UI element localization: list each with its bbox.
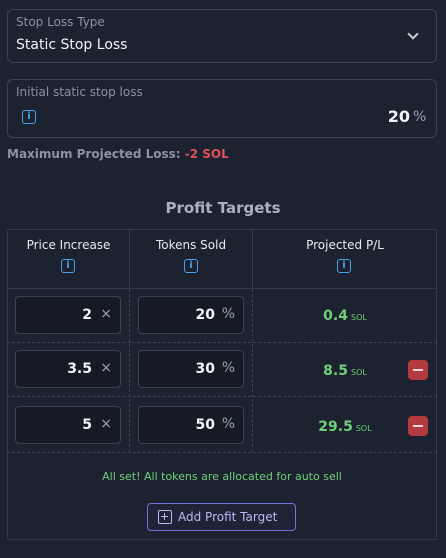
tokens-sold-value: 50 (195, 417, 215, 433)
max-loss-label: Maximum Projected Loss: (7, 147, 181, 161)
info-icon[interactable]: i (22, 110, 36, 124)
percent-suffix: % (413, 109, 427, 125)
projected-pl-unit: SOL (350, 313, 367, 322)
info-icon[interactable]: i (337, 259, 351, 273)
initial-stop-loss-label: Initial static stop loss (16, 85, 143, 99)
tokens-sold-input[interactable]: 30 % (138, 350, 244, 388)
add-profit-target-label: Add Profit Target (178, 510, 278, 524)
header-divider (7, 288, 437, 289)
initial-stop-loss-field[interactable]: Initial static stop loss i 20 % (7, 79, 437, 138)
header-price-increase: Price Increase (26, 238, 111, 252)
percent-suffix: % (221, 306, 235, 322)
projected-pl: 0.4 SOL (253, 305, 437, 324)
row-divider (7, 396, 437, 397)
price-increase-value: 2 (82, 307, 92, 323)
info-icon[interactable]: i (184, 259, 198, 273)
percent-suffix: % (221, 360, 235, 376)
header-tokens-sold: Tokens Sold (155, 238, 227, 252)
plus-square-icon (158, 510, 172, 524)
projected-pl-unit: SOL (350, 368, 367, 377)
add-profit-target-button[interactable]: Add Profit Target (147, 503, 296, 531)
initial-stop-loss-value[interactable]: 20 (348, 107, 410, 126)
tokens-sold-input[interactable]: 50 % (138, 406, 244, 444)
chevron-down-icon (407, 28, 419, 40)
price-increase-value: 3.5 (67, 361, 92, 377)
projected-pl-value: 8.5 (323, 363, 348, 379)
remove-target-button[interactable] (408, 416, 428, 436)
multiplier-icon: × (100, 306, 112, 322)
projected-pl-value: 0.4 (323, 308, 348, 324)
multiplier-icon: × (100, 416, 112, 432)
info-icon[interactable]: i (61, 259, 75, 273)
percent-suffix: % (221, 416, 235, 432)
column-divider (129, 289, 130, 452)
remove-target-button[interactable] (408, 360, 428, 380)
stop-loss-type-label: Stop Loss Type (16, 15, 105, 29)
projected-pl-unit: SOL (355, 424, 372, 433)
tokens-sold-value: 30 (195, 361, 215, 377)
tokens-sold-input[interactable]: 20 % (138, 296, 244, 334)
row-divider (7, 342, 437, 343)
multiplier-icon: × (100, 360, 112, 376)
projected-pl-value: 29.5 (318, 419, 353, 435)
max-projected-loss: Maximum Projected Loss: -2 SOL (7, 147, 229, 161)
price-increase-input[interactable]: 3.5 × (15, 350, 121, 388)
header-projected-pl: Projected P/L (306, 238, 384, 252)
price-increase-input[interactable]: 2 × (15, 296, 121, 334)
row-divider (7, 452, 437, 453)
stop-loss-type-select[interactable]: Stop Loss Type Static Stop Loss (7, 9, 437, 63)
price-increase-input[interactable]: 5 × (15, 406, 121, 444)
stop-loss-type-value: Static Stop Loss (16, 37, 128, 53)
max-loss-value: -2 SOL (184, 147, 229, 161)
profit-targets-title: Profit Targets (165, 199, 281, 217)
tokens-sold-value: 20 (195, 307, 215, 323)
allocation-status: All set! All tokens are allocated for au… (102, 470, 342, 483)
price-increase-value: 5 (82, 417, 92, 433)
